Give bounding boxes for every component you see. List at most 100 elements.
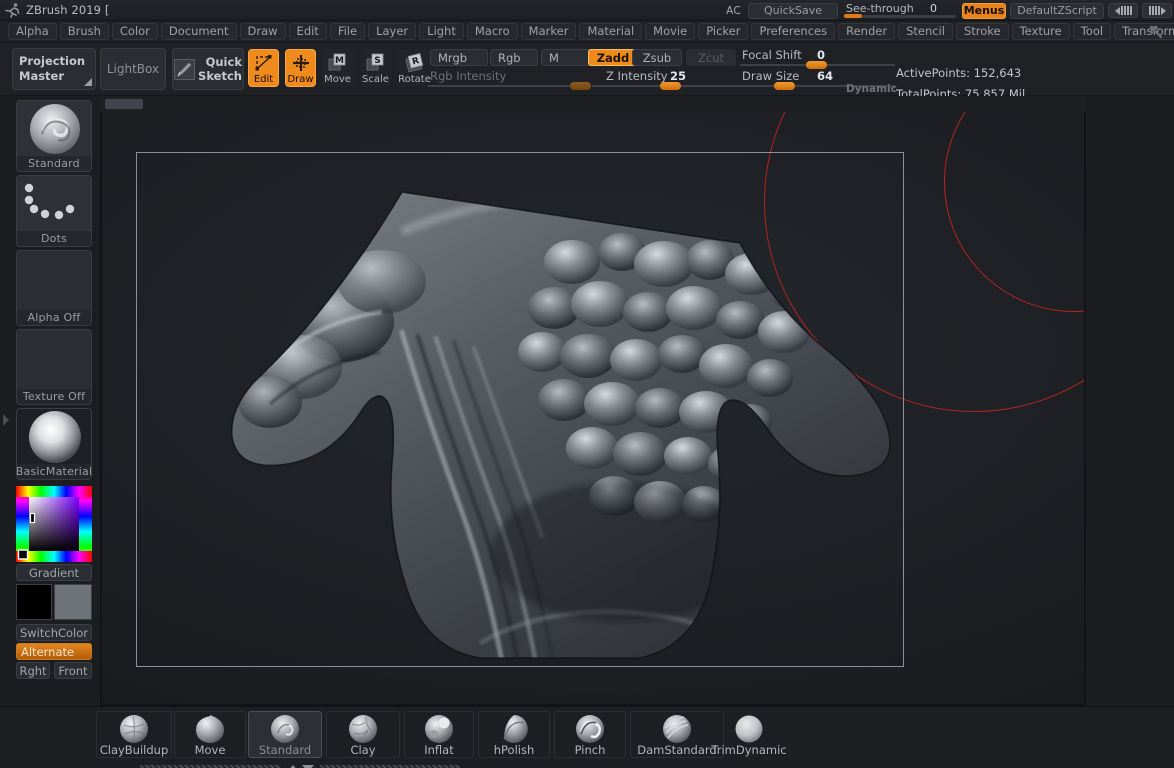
draw-crosshair-icon [291,53,311,73]
quicksave-button[interactable]: QuickSave [748,2,838,19]
scroll-up-icon[interactable] [286,764,299,768]
draw-label: Draw [287,74,314,85]
projection-master-button[interactable]: Projection Master [12,48,96,90]
material-swatch[interactable]: BasicMaterial [16,408,92,480]
quick-sketch-button[interactable]: Quick Sketch [172,48,244,90]
z-intensity-value: 25 [670,69,687,83]
scroll-right-icon[interactable] [1142,3,1172,18]
brush-item-move[interactable]: Move [174,711,246,758]
sculpt-viewport[interactable] [102,112,1084,704]
alpha-swatch[interactable]: Alpha Off [16,250,92,326]
color-wheel-icon[interactable] [16,486,92,562]
edit-label: Edit [253,74,274,85]
brush-item-trimdynamic[interactable]: TrimDynamic [702,711,796,758]
brush-item-pinch[interactable]: Pinch [554,711,626,758]
draw-mode-button[interactable]: Draw [285,49,316,87]
brush-bar-scroll[interactable] [140,764,460,768]
clay-brush-thumbnail-icon [348,714,378,743]
lightbox-button[interactable]: LightBox [100,48,166,90]
brush-item-hpolish[interactable]: hPolish [478,711,550,758]
alternate-button[interactable]: Alternate [16,643,92,660]
menu-item-file[interactable]: File [329,23,366,40]
rotate-mode-button[interactable]: R Rotate [398,49,431,87]
canvas-area [100,96,1086,706]
see-through-slider[interactable]: See-through 0 [842,2,958,19]
left-panel-collapse-icon[interactable] [3,414,9,426]
see-through-fill [844,14,862,18]
inflat-brush-thumbnail-icon [424,714,454,743]
zsub-button[interactable]: Zsub [632,49,682,66]
alpha-thumbnail-icon [17,251,91,310]
secondary-color-swatch[interactable] [54,584,92,620]
menu-item-movie[interactable]: Movie [645,23,696,40]
texture-swatch[interactable]: Texture Off [16,329,92,405]
zcut-button[interactable]: Zcut [686,49,736,66]
menu-item-marker[interactable]: Marker [520,23,577,40]
menu-caret-icon[interactable] [1148,24,1168,43]
menu-item-tool[interactable]: Tool [1072,23,1112,40]
mrgb-button[interactable]: Mrgb [430,49,488,66]
scale-icon: S [366,53,386,73]
zadd-button[interactable]: Zadd [588,49,638,66]
brush-item-clay[interactable]: Clay [326,711,400,758]
menu-item-texture[interactable]: Texture [1011,23,1070,40]
brush-item-inflat[interactable]: Inflat [404,711,474,758]
gradient-button[interactable]: Gradient [16,564,92,581]
brush-swatch[interactable]: Standard [16,100,92,172]
svg-text:M: M [335,56,344,66]
zbrush-runner-logo-icon [0,0,26,20]
damstandard-brush-thumbnail-icon [662,714,692,743]
menu-item-picker[interactable]: Picker [698,23,749,40]
edit-icon [254,53,274,73]
front-button[interactable]: Front [54,662,92,679]
quick-sketch-line1: Quick [205,55,242,69]
switch-color-button[interactable]: SwitchColor [16,624,92,641]
menu-item-light[interactable]: Light [419,23,464,40]
rgb-intensity-slider[interactable]: Rgb Intensity [428,69,591,90]
menu-item-document[interactable]: Document [160,23,237,40]
canvas-scroll-grip[interactable] [105,99,143,109]
menu-item-edit[interactable]: Edit [288,23,327,40]
brush-scroll-hatch-right[interactable] [319,764,460,768]
menu-item-color[interactable]: Color [111,23,158,40]
scale-mode-button[interactable]: S Scale [360,49,391,87]
stroke-swatch[interactable]: Dots [16,175,92,247]
scroll-down-icon[interactable] [301,764,314,768]
menu-item-preferences[interactable]: Preferences [751,23,836,40]
menu-item-render[interactable]: Render [838,23,896,40]
menu-item-brush[interactable]: Brush [59,23,109,40]
primary-color-swatch[interactable] [16,584,52,620]
menu-item-material[interactable]: Material [579,23,643,40]
brush-scroll-hatch-left[interactable] [140,764,281,768]
rght-button[interactable]: Rght [16,662,50,679]
menu-item-stroke[interactable]: Stroke [955,23,1009,40]
projection-master-line2: Master [19,69,65,83]
brush-item-claybuildup[interactable]: ClayBuildup [96,711,172,758]
menu-item-draw[interactable]: Draw [239,23,286,40]
material-sphere-thumbnail-icon [17,409,91,464]
ac-label: AC [726,4,741,17]
sculpted-model[interactable] [102,112,1084,704]
window-title: ZBrush 2019 [ [26,3,110,17]
menu-item-macro[interactable]: Macro [466,23,518,40]
material-caption: BasicMaterial [16,464,92,479]
color-picker[interactable] [16,486,92,562]
focal-shift-slider[interactable]: Focal Shift 0 [740,48,895,69]
menus-button[interactable]: Menus [962,2,1006,19]
rgb-button[interactable]: Rgb [490,49,538,66]
texture-thumbnail-icon [17,330,91,389]
canvas-top-scrollbar[interactable] [100,96,1086,112]
scroll-left-icon[interactable] [1108,3,1138,18]
title-bar: ZBrush 2019 [ AC QuickSave See-through 0… [0,0,1174,21]
menu-item-stencil[interactable]: Stencil [898,23,953,40]
brush-item-standard[interactable]: Standard [248,711,322,758]
edit-mode-button[interactable]: Edit [248,49,279,87]
default-zscript-button[interactable]: DefaultZScript [1010,2,1104,19]
pinch-brush-label: Pinch [574,743,606,757]
move-mode-button[interactable]: M Move [322,49,353,87]
menu-item-layer[interactable]: Layer [368,23,417,40]
move-brush-label: Move [194,743,226,757]
brush-thumbnail-icon [17,101,91,156]
menu-item-alpha[interactable]: Alpha [8,23,57,40]
texture-caption: Texture Off [17,389,91,404]
